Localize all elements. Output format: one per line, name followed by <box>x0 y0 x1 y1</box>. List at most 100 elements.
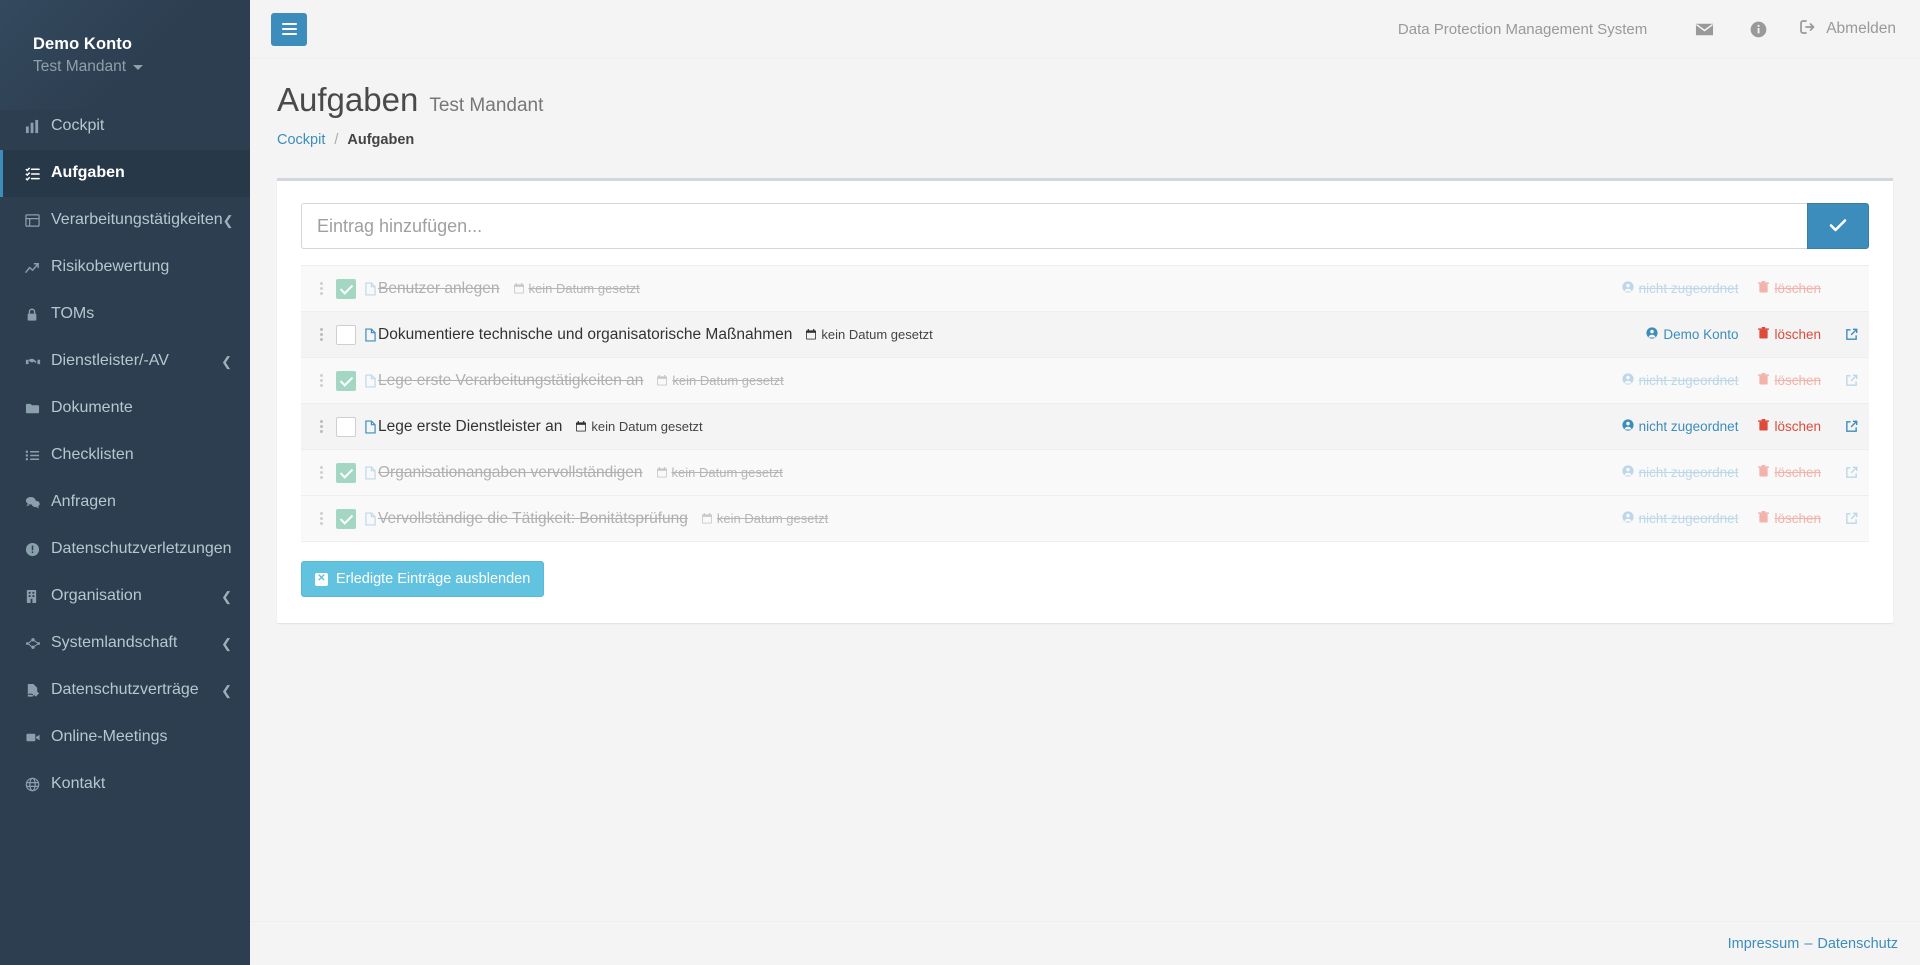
sidebar-item-dokumente[interactable]: Dokumente <box>0 385 250 432</box>
table-icon <box>25 213 51 228</box>
drag-handle-icon[interactable] <box>315 374 328 388</box>
table-row[interactable]: Lege erste Verarbeitungstätigkeiten an k… <box>301 358 1869 405</box>
sidebar-nav: Cockpit Aufgaben Verarbeitungstätigkeite… <box>0 103 250 808</box>
sidebar-item-aufgaben[interactable]: Aufgaben <box>0 149 250 197</box>
sidebar-item-kontakt[interactable]: Kontakt <box>0 761 250 808</box>
todo-checkbox[interactable] <box>336 324 356 345</box>
todo-assignee[interactable]: Demo Konto <box>1646 327 1738 342</box>
todo-assignee[interactable]: nicht zugeordnet <box>1622 419 1738 434</box>
drag-handle-icon[interactable] <box>315 466 328 480</box>
todo-assignee[interactable]: nicht zugeordnet <box>1622 465 1738 480</box>
breadcrumb-item-cockpit[interactable]: Cockpit <box>277 132 325 148</box>
calendar-icon <box>513 283 524 294</box>
todo-label: Benutzer anlegen <box>378 279 500 297</box>
mandant-label: Test Mandant <box>33 57 127 75</box>
chart-bar-icon <box>25 119 51 134</box>
user-circle-icon <box>1646 327 1658 342</box>
table-row[interactable]: Benutzer anlegen kein Datum gesetzt nich… <box>301 266 1869 313</box>
delete-button[interactable]: löschen <box>1758 327 1821 342</box>
calendar-icon <box>701 513 712 524</box>
todo-checkbox[interactable] <box>336 462 356 483</box>
external-link-icon[interactable] <box>1843 374 1859 387</box>
todo-due-label: kein Datum gesetzt <box>672 373 784 389</box>
main-area: Data Protection Management System Abmeld… <box>250 0 1920 965</box>
menu-toggle-button[interactable] <box>271 12 307 46</box>
info-circle-icon[interactable] <box>1732 21 1785 38</box>
envelope-icon[interactable] <box>1677 22 1732 37</box>
calendar-icon <box>656 467 667 478</box>
todo-due-date[interactable]: kein Datum gesetzt <box>806 327 933 342</box>
todo-assignee[interactable]: nicht zugeordnet <box>1622 281 1738 296</box>
delete-button[interactable]: löschen <box>1758 281 1821 296</box>
handshake-icon <box>25 354 51 369</box>
sidebar-item-datenschutzverletzungen[interactable]: Datenschutzverletzungen <box>0 526 250 573</box>
todo-assignee[interactable]: nicht zugeordnet <box>1622 373 1739 389</box>
sidebar-item-label: Datenschutzverträge <box>51 681 199 699</box>
chevron-left-icon: ❮ <box>221 682 232 698</box>
todo-label: Organisationangaben vervollständigen <box>378 463 643 481</box>
todo-assignee-label: nicht zugeordnet <box>1638 373 1739 389</box>
table-row[interactable]: Lege erste Dienstleister an kein Datum g… <box>301 404 1869 451</box>
file-icon <box>365 328 376 342</box>
file-icon <box>365 282 376 296</box>
table-row[interactable]: Vervollständige die Tätigkeit: Bonitätsp… <box>301 496 1869 543</box>
hide-completed-button[interactable]: ✕ Erledigte Einträge ausblenden <box>301 561 545 598</box>
sidebar-item-systemlandschaft[interactable]: Systemlandschaft ❮ <box>0 620 250 667</box>
delete-label: löschen <box>1774 511 1821 527</box>
todo-due-date[interactable]: kein Datum gesetzt <box>701 511 829 527</box>
sidebar-item-risikobewertung[interactable]: Risikobewertung <box>0 244 250 291</box>
todo-assignee[interactable]: nicht zugeordnet <box>1622 511 1738 526</box>
sidebar-item-anfragen[interactable]: Anfragen <box>0 479 250 526</box>
delete-button[interactable]: löschen <box>1758 465 1821 480</box>
sidebar-item-online-meetings[interactable]: Online-Meetings <box>0 714 250 761</box>
sidebar-user-block: Demo Konto Test Mandant <box>0 0 250 76</box>
add-entry-input[interactable] <box>301 203 1807 250</box>
sidebar-item-organisation[interactable]: Organisation ❮ <box>0 573 250 620</box>
sidebar-item-label: TOMs <box>51 305 95 323</box>
drag-handle-icon[interactable] <box>315 282 328 296</box>
sidebar-item-verarbeitungstaetigkeiten[interactable]: Verarbeitungstätigkeiten ❮ <box>0 197 250 244</box>
drag-handle-icon[interactable] <box>315 328 328 342</box>
todo-checkbox[interactable] <box>336 508 356 529</box>
todo-due-date[interactable]: kein Datum gesetzt <box>513 281 640 296</box>
sidebar-item-label: Risikobewertung <box>51 258 170 276</box>
logout-button[interactable]: Abmelden <box>1785 19 1898 40</box>
todo-due-date[interactable]: kein Datum gesetzt <box>656 465 783 480</box>
chevron-left-icon: ❮ <box>221 353 232 369</box>
todo-due-label: kein Datum gesetzt <box>716 511 829 527</box>
external-link-icon[interactable] <box>1843 420 1859 433</box>
sidebar-item-label: Cockpit <box>51 117 105 135</box>
impressum-link[interactable]: Impressum <box>1728 936 1800 952</box>
delete-button[interactable]: löschen <box>1758 511 1821 526</box>
drag-handle-icon[interactable] <box>315 420 328 434</box>
todo-due-date[interactable]: kein Datum gesetzt <box>657 373 784 389</box>
video-camera-icon <box>25 730 51 745</box>
sidebar-item-label: Checklisten <box>51 446 134 464</box>
logout-label: Abmelden <box>1826 20 1896 37</box>
drag-handle-icon[interactable] <box>315 512 328 526</box>
external-link-icon[interactable] <box>1843 466 1859 479</box>
table-row[interactable]: Organisationangaben vervollständigen kei… <box>301 450 1869 497</box>
delete-button[interactable]: löschen <box>1758 373 1821 388</box>
external-link-icon[interactable] <box>1843 328 1859 341</box>
todo-checkbox[interactable] <box>336 416 356 437</box>
check-icon <box>1828 217 1848 236</box>
file-icon <box>365 512 376 526</box>
delete-button[interactable]: löschen <box>1758 419 1821 434</box>
account-name: Demo Konto <box>33 35 133 53</box>
sidebar-item-toms[interactable]: TOMs <box>0 291 250 338</box>
trash-icon <box>1758 281 1770 296</box>
todo-checkbox[interactable] <box>336 278 356 299</box>
table-row[interactable]: Dokumentiere technische und organisatori… <box>301 312 1869 359</box>
add-entry-submit-button[interactable] <box>1807 203 1869 250</box>
hamburger-icon <box>281 20 297 38</box>
todo-checkbox[interactable] <box>336 370 356 391</box>
mandant-selector[interactable]: Test Mandant <box>33 58 250 76</box>
sidebar-item-datenschutzvertraege[interactable]: Datenschutzverträge ❮ <box>0 667 250 714</box>
todo-due-date[interactable]: kein Datum gesetzt <box>576 419 703 434</box>
sidebar-item-cockpit[interactable]: Cockpit <box>0 103 250 150</box>
sidebar-item-checklisten[interactable]: Checklisten <box>0 432 250 479</box>
datenschutz-link[interactable]: Datenschutz <box>1817 936 1898 952</box>
external-link-icon[interactable] <box>1843 512 1859 525</box>
sidebar-item-dienstleister-av[interactable]: Dienstleister/-AV ❮ <box>0 338 250 385</box>
